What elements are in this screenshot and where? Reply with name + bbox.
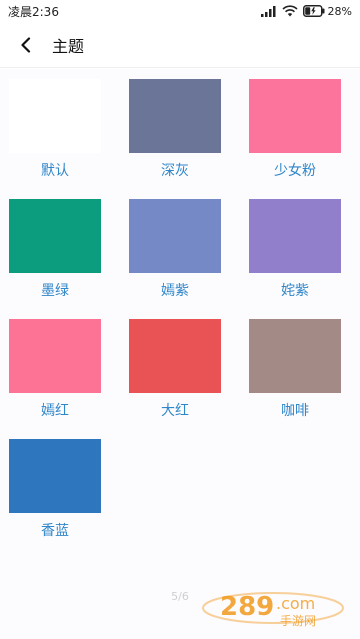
theme-tile[interactable]: 嫣紫 <box>129 199 221 309</box>
app-header: 主题 <box>0 22 360 68</box>
status-bar: 凌晨2:36 28% <box>0 0 360 22</box>
theme-color-swatch[interactable] <box>249 319 341 393</box>
theme-label: 咖啡 <box>281 403 309 419</box>
watermark-logo: 289 .com 手游网 <box>202 592 344 628</box>
theme-tile[interactable]: 深灰 <box>129 79 221 189</box>
status-time: 凌晨2:36 <box>8 4 59 19</box>
theme-color-swatch[interactable] <box>249 79 341 153</box>
theme-tile[interactable]: 少女粉 <box>249 79 341 189</box>
signal-icon <box>260 5 277 17</box>
theme-grid: 默认 深灰 少女粉墨绿 嫣紫 姹紫嫣红 大红 咖啡香蓝 <box>9 79 341 549</box>
theme-label: 嫣紫 <box>161 283 189 299</box>
theme-label: 默认 <box>41 163 69 179</box>
status-right: 28% <box>260 4 352 18</box>
theme-color-swatch[interactable] <box>9 79 101 153</box>
theme-color-swatch[interactable] <box>129 319 221 393</box>
battery-icon <box>302 5 325 17</box>
battery-percentage: 28% <box>327 4 352 18</box>
theme-tile[interactable]: 嫣红 <box>9 319 101 429</box>
theme-label: 香蓝 <box>41 523 69 539</box>
back-arrow-icon[interactable] <box>14 33 38 57</box>
theme-label: 嫣红 <box>41 403 69 419</box>
theme-color-swatch[interactable] <box>249 199 341 273</box>
theme-tile[interactable]: 姹紫 <box>249 199 341 309</box>
theme-tile[interactable]: 默认 <box>9 79 101 189</box>
battery-indicator: 28% <box>302 4 352 18</box>
theme-label: 墨绿 <box>41 283 69 299</box>
page-title: 主题 <box>52 36 85 56</box>
theme-tile[interactable]: 大红 <box>129 319 221 429</box>
theme-content: 默认 深灰 少女粉 墨绿 嫣紫 姹紫 嫣红 大红 咖啡 香蓝 5/6 289 .com 手游网 <box>0 69 360 639</box>
svg-text:.com: .com <box>276 594 315 613</box>
theme-color-swatch[interactable] <box>129 79 221 153</box>
theme-color-swatch[interactable] <box>129 199 221 273</box>
wifi-icon <box>281 5 298 17</box>
theme-color-swatch[interactable] <box>9 319 101 393</box>
theme-tile[interactable]: 香蓝 <box>9 439 101 549</box>
theme-tile[interactable]: 墨绿 <box>9 199 101 309</box>
svg-text:手游网: 手游网 <box>280 614 316 628</box>
theme-tile[interactable]: 咖啡 <box>249 319 341 429</box>
theme-label: 大红 <box>161 403 189 419</box>
status-left: 凌晨2:36 <box>8 3 59 20</box>
theme-label: 姹紫 <box>281 283 309 299</box>
theme-label: 少女粉 <box>274 163 316 179</box>
theme-color-swatch[interactable] <box>9 199 101 273</box>
theme-label: 深灰 <box>161 163 189 179</box>
svg-text:289: 289 <box>220 592 274 622</box>
theme-color-swatch[interactable] <box>9 439 101 513</box>
